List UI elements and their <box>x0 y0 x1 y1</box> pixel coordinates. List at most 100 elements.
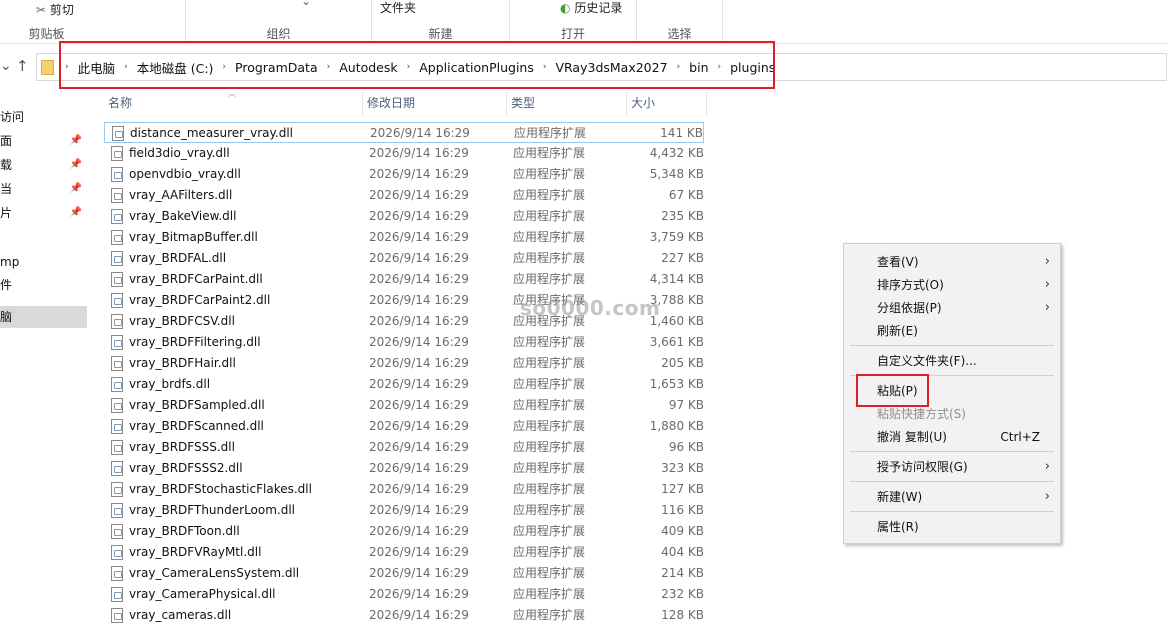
file-type: 应用程序扩展 <box>513 398 586 412</box>
file-row[interactable]: vray_brdfs.dll 2026/9/14 16:29 应用程序扩展 1,653… <box>104 374 704 395</box>
history-button[interactable]: ◐ 历史记录 <box>560 0 622 16</box>
menu-label: 新建(W) <box>877 490 923 504</box>
file-type: 应用程序扩展 <box>513 419 586 433</box>
file-date: 2026/9/14 16:29 <box>369 209 469 223</box>
file-type: 应用程序扩展 <box>513 167 586 181</box>
nav-item-quick-access[interactable]: 访问 <box>0 106 87 128</box>
nav-item-downloads[interactable]: 载 📌 <box>0 154 87 176</box>
file-row[interactable]: vray_BitmapBuffer.dll 2026/9/14 16:29 应用程序… <box>104 227 704 248</box>
file-size: 96 KB <box>668 440 704 454</box>
nav-item-files[interactable]: 件 <box>0 274 87 296</box>
file-type: 应用程序扩展 <box>513 461 586 475</box>
nav-item-label: 当 <box>0 182 13 196</box>
dll-file-icon <box>111 482 123 497</box>
file-row[interactable]: vray_BRDFHair.dll 2026/9/14 16:29 应用程序扩展 20… <box>104 353 704 374</box>
new-folder-button[interactable]: 文件夹 <box>380 0 416 16</box>
file-size: 409 KB <box>661 524 704 538</box>
nav-item-this-pc[interactable]: 脑 <box>0 306 87 328</box>
column-name[interactable]: 名称 <box>104 92 363 116</box>
dll-file-icon <box>111 146 123 161</box>
file-row[interactable]: vray_BRDFSSS2.dll 2026/9/14 16:29 应用程序扩展 32… <box>104 458 704 479</box>
file-row[interactable]: vray_BRDFThunderLoom.dll 2026/9/14 16:29 应… <box>104 500 704 521</box>
file-row[interactable]: vray_BakeView.dll 2026/9/14 16:29 应用程序扩展 23… <box>104 206 704 227</box>
file-row[interactable]: vray_BRDFVRayMtl.dll 2026/9/14 16:29 应用程序扩… <box>104 542 704 563</box>
menu-label: 撤消 复制(U) <box>877 430 947 444</box>
menu-item-sort-by[interactable]: 排序方式(O) › <box>844 274 1060 296</box>
dll-file-icon <box>111 461 123 476</box>
file-row[interactable]: vray_BRDFToon.dll 2026/9/14 16:29 应用程序扩展 40… <box>104 521 704 542</box>
open-group: ◐ 历史记录 打开 <box>510 0 637 44</box>
dll-file-icon <box>111 209 123 224</box>
file-size: 3,759 KB <box>649 230 704 244</box>
file-date: 2026/9/14 16:29 <box>369 356 469 370</box>
file-row[interactable]: openvdbio_vray.dll 2026/9/14 16:29 应用程序扩展 5… <box>104 164 704 185</box>
chevron-down-icon[interactable]: ⌄ <box>301 0 311 8</box>
file-name: vray_BRDFStochasticFlakes.dll <box>129 482 312 496</box>
cut-button[interactable]: ✂ 剪切 <box>36 1 74 18</box>
file-date: 2026/9/14 16:29 <box>369 314 469 328</box>
file-row[interactable]: vray_AAFilters.dll 2026/9/14 16:29 应用程序扩展 6… <box>104 185 704 206</box>
file-name: vray_BRDFVRayMtl.dll <box>129 545 262 559</box>
file-date: 2026/9/14 16:29 <box>369 482 469 496</box>
file-size: 97 KB <box>668 398 704 412</box>
file-name: vray_BRDFSampled.dll <box>129 398 265 412</box>
nav-item-pictures[interactable]: 片 📌 <box>0 202 87 224</box>
clipboard-group-label: 剪贴板 <box>28 27 65 41</box>
file-row[interactable]: vray_BRDFFiltering.dll 2026/9/14 16:29 应用程… <box>104 332 704 353</box>
file-name: vray_BRDFScanned.dll <box>129 419 264 433</box>
menu-label: 授予访问权限(G) <box>877 460 968 474</box>
nav-item-desktop[interactable]: 面 📌 <box>0 130 87 152</box>
file-row[interactable]: vray_CameraPhysical.dll 2026/9/14 16:29 应用… <box>104 584 704 605</box>
menu-separator <box>850 481 1054 482</box>
file-list: ︿ 名称 修改日期 类型 大小 distance_measurer_vray.d… <box>104 86 824 623</box>
up-arrow-icon[interactable]: ↑ <box>16 57 29 75</box>
file-type: 应用程序扩展 <box>513 566 586 580</box>
menu-item-customize-folder[interactable]: 自定义文件夹(F)... <box>844 350 1060 372</box>
file-date: 2026/9/14 16:29 <box>369 251 469 265</box>
file-row[interactable]: vray_BRDFAL.dll 2026/9/14 16:29 应用程序扩展 227 … <box>104 248 704 269</box>
file-row[interactable]: vray_BRDFCarPaint.dll 2026/9/14 16:29 应用程序… <box>104 269 704 290</box>
column-type[interactable]: 类型 <box>507 92 627 116</box>
nav-item-temp[interactable]: mp <box>0 251 87 273</box>
column-size[interactable]: 大小 <box>627 92 707 116</box>
menu-item-undo-copy[interactable]: 撤消 复制(U) Ctrl+Z <box>844 426 1060 448</box>
menu-separator <box>850 345 1054 346</box>
file-row[interactable]: distance_measurer_vray.dll 2026/9/14 16:2… <box>104 122 704 143</box>
menu-item-view[interactable]: 查看(V) › <box>844 251 1060 273</box>
file-row[interactable]: vray_BRDFStochasticFlakes.dll 2026/9/14 1… <box>104 479 704 500</box>
file-row[interactable]: vray_BRDFSSS.dll 2026/9/14 16:29 应用程序扩展 96 … <box>104 437 704 458</box>
column-date[interactable]: 修改日期 <box>363 92 507 116</box>
file-type: 应用程序扩展 <box>513 356 586 370</box>
column-header: ︿ 名称 修改日期 类型 大小 <box>104 89 707 116</box>
file-row[interactable]: vray_CameraLensSystem.dll 2026/9/14 16:29… <box>104 563 704 584</box>
scissors-icon: ✂ <box>36 3 47 17</box>
file-size: 404 KB <box>661 545 704 559</box>
file-type: 应用程序扩展 <box>513 230 586 244</box>
dll-file-icon <box>111 356 123 371</box>
dll-file-icon <box>111 566 123 581</box>
file-row[interactable]: vray_BRDFScanned.dll 2026/9/14 16:29 应用程序扩… <box>104 416 704 437</box>
file-type: 应用程序扩展 <box>513 545 586 559</box>
dll-file-icon <box>111 251 123 266</box>
menu-item-give-access[interactable]: 授予访问权限(G) › <box>844 456 1060 478</box>
file-size: 227 KB <box>661 251 704 265</box>
pin-icon: 📌 <box>69 159 82 170</box>
file-type: 应用程序扩展 <box>514 126 587 140</box>
open-group-label: 打开 <box>560 27 585 41</box>
file-type: 应用程序扩展 <box>513 524 586 538</box>
file-row[interactable]: field3dio_vray.dll 2026/9/14 16:29 应用程序扩展 4… <box>104 143 704 164</box>
file-size: 1,653 KB <box>649 377 704 391</box>
menu-item-refresh[interactable]: 刷新(E) <box>844 320 1060 342</box>
file-row[interactable]: vray_BRDFSampled.dll 2026/9/14 16:29 应用程序扩… <box>104 395 704 416</box>
pin-icon: 📌 <box>69 135 82 146</box>
file-date: 2026/9/14 16:29 <box>369 524 469 538</box>
menu-item-properties[interactable]: 属性(R) <box>844 516 1060 538</box>
dll-file-icon <box>111 545 123 560</box>
chevron-down-icon[interactable]: ⌄ <box>0 58 12 74</box>
menu-item-group-by[interactable]: 分组依据(P) › <box>844 297 1060 319</box>
dll-file-icon <box>111 377 123 392</box>
menu-item-new[interactable]: 新建(W) › <box>844 486 1060 508</box>
file-name: vray_BRDFAL.dll <box>129 251 227 265</box>
file-type: 应用程序扩展 <box>513 440 586 454</box>
nav-item-documents[interactable]: 当 📌 <box>0 178 87 200</box>
